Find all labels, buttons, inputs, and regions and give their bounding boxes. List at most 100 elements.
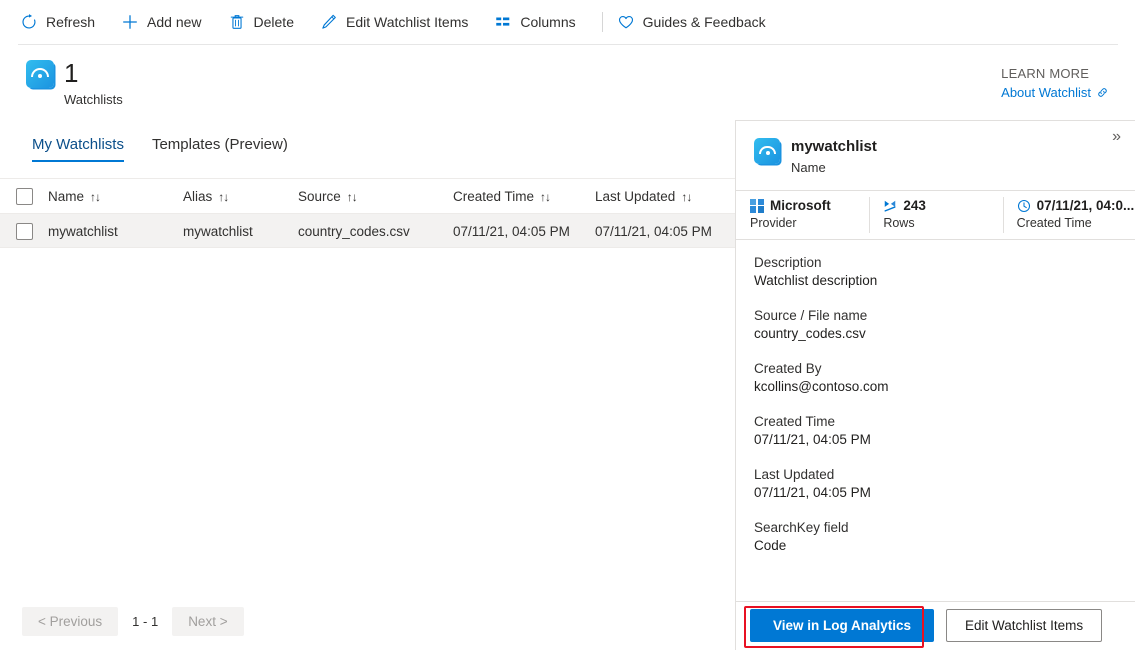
stat-provider: Microsoft Provider: [736, 191, 869, 239]
stat-rows-value-row: 243: [883, 198, 1002, 213]
toolbar-bottom-border: [18, 44, 1118, 45]
add-new-button[interactable]: Add new: [119, 7, 213, 37]
sort-icon-created-time: ↑↓: [540, 189, 551, 204]
stat-created-time-label: Created Time: [1016, 216, 1092, 230]
external-link-icon: [1098, 88, 1107, 97]
watchlists-count-label: Watchlists: [64, 92, 123, 107]
learn-more-section: LEARN MORE About Watchlist: [1001, 66, 1109, 100]
watchlist-details-panel: » mywatchlist Name Microsoft Provider 24…: [735, 120, 1135, 650]
panel-stats-border: [736, 239, 1135, 240]
sort-icon-name: ↑↓: [90, 189, 101, 204]
watchlists-page: Refresh Add new Delete Edit Watchlist It…: [0, 0, 1135, 650]
select-all-checkbox[interactable]: [15, 187, 33, 205]
delete-button[interactable]: Delete: [226, 7, 306, 37]
columns-icon: [496, 17, 510, 26]
sort-icon-alias: ↑↓: [218, 189, 229, 204]
refresh-label: Refresh: [46, 14, 96, 30]
select-all-cell: [0, 187, 48, 205]
field-description-value: Watchlist description: [754, 273, 878, 288]
trash-icon: [230, 15, 243, 29]
plus-icon: [123, 15, 137, 29]
cell-created-time: 07/11/21, 04:05 PM: [453, 223, 570, 239]
stat-rows-label: Rows: [883, 216, 915, 230]
guides-feedback-label: Guides & Feedback: [642, 14, 766, 30]
heart-icon: [618, 16, 633, 29]
pagination-range: 1 - 1: [132, 614, 159, 629]
column-header-source-label: Source: [298, 188, 341, 204]
field-description: Description Watchlist description: [754, 255, 1121, 288]
columns-button[interactable]: Columns: [492, 7, 587, 37]
sort-icon-last-updated: ↑↓: [681, 189, 692, 204]
table-header-border: [0, 213, 735, 214]
field-last-updated: Last Updated 07/11/21, 04:05 PM: [754, 467, 1121, 500]
stat-provider-value-row: Microsoft: [750, 198, 869, 213]
watchlist-icon: [754, 138, 780, 164]
clock-icon: [1017, 199, 1030, 212]
tab-templates-preview-label: Templates (Preview): [151, 136, 288, 153]
stat-provider-value: Microsoft: [770, 198, 831, 213]
panel-fields: Description Watchlist description Source…: [754, 255, 1121, 573]
field-last-updated-value: 07/11/21, 04:05 PM: [754, 485, 871, 500]
next-page-button[interactable]: Next >: [172, 607, 244, 636]
microsoft-logo-icon: [750, 198, 764, 213]
field-created-by-label: Created By: [754, 361, 822, 376]
panel-stats: Microsoft Provider 243 Rows 07/11/21, 04…: [736, 191, 1135, 239]
field-searchkey-label: SearchKey field: [754, 520, 849, 535]
about-watchlist-link[interactable]: About Watchlist: [1001, 85, 1109, 100]
stat-created-time: 07/11/21, 04:0... Created Time: [1002, 191, 1135, 239]
field-last-updated-label: Last Updated: [754, 467, 835, 482]
field-created-by: Created By kcollins@contoso.com: [754, 361, 1121, 394]
watchlists-summary: 1 Watchlists: [26, 60, 123, 107]
stat-rows-value: 243: [903, 198, 926, 213]
column-header-name-label: Name: [48, 188, 85, 204]
tab-my-watchlists-label: My Watchlists: [32, 136, 124, 153]
column-header-name[interactable]: Name ↑↓: [48, 189, 183, 204]
edit-watchlist-items-button[interactable]: Edit Watchlist Items: [318, 7, 480, 37]
column-header-created-time-label: Created Time: [453, 188, 535, 204]
tab-templates-preview[interactable]: Templates (Preview): [138, 136, 302, 162]
sort-icon-source: ↑↓: [346, 189, 358, 204]
panel-footer-border: [736, 601, 1135, 602]
panel-header: mywatchlist Name: [754, 138, 877, 175]
cell-source: country_codes.csv: [298, 223, 410, 239]
edit-watchlist-items-button[interactable]: Edit Watchlist Items: [946, 609, 1103, 642]
stat-created-time-value-row: 07/11/21, 04:0...: [1017, 198, 1135, 213]
field-source-file-name-value: country_codes.csv: [754, 326, 866, 341]
refresh-icon: [22, 14, 36, 29]
toolbar-divider: [601, 12, 603, 32]
watchlists-count: 1: [64, 58, 79, 88]
column-header-last-updated-label: Last Updated: [595, 188, 676, 204]
rows-icon: [884, 200, 896, 212]
watchlists-tabs: My Watchlists Templates (Preview): [18, 136, 302, 162]
tab-my-watchlists[interactable]: My Watchlists: [18, 136, 138, 162]
column-header-created-time[interactable]: Created Time ↑↓: [453, 189, 595, 204]
edit-watchlist-items-label: Edit Watchlist Items: [345, 14, 469, 30]
guides-feedback-button[interactable]: Guides & Feedback: [615, 7, 778, 37]
command-toolbar: Refresh Add new Delete Edit Watchlist It…: [0, 0, 1135, 44]
learn-more-title: LEARN MORE: [1001, 66, 1090, 81]
watchlist-icon: [26, 60, 54, 88]
columns-label: Columns: [520, 14, 576, 30]
field-searchkey: SearchKey field Code: [754, 520, 1121, 553]
about-watchlist-label: About Watchlist: [1001, 85, 1091, 100]
field-created-by-value: kcollins@contoso.com: [754, 379, 889, 394]
column-header-last-updated[interactable]: Last Updated ↑↓: [595, 189, 740, 204]
column-header-alias[interactable]: Alias ↑↓: [183, 189, 298, 204]
collapse-panel-button[interactable]: »: [1106, 126, 1127, 148]
cell-alias: mywatchlist: [183, 223, 253, 239]
row-checkbox[interactable]: [15, 222, 33, 240]
column-header-source[interactable]: Source ↑↓: [298, 189, 453, 204]
refresh-button[interactable]: Refresh: [18, 7, 107, 37]
stat-rows: 243 Rows: [869, 191, 1002, 239]
previous-page-button[interactable]: < Previous: [22, 607, 119, 636]
cell-name: mywatchlist: [48, 223, 118, 239]
field-searchkey-value: Code: [754, 538, 787, 553]
field-source-file-name-label: Source / File name: [754, 308, 868, 323]
panel-title: mywatchlist: [791, 138, 877, 155]
stat-created-time-value: 07/11/21, 04:0...: [1036, 198, 1135, 213]
table-row[interactable]: mywatchlist mywatchlist country_codes.cs…: [0, 214, 765, 248]
field-created-time: Created Time 07/11/21, 04:05 PM: [754, 414, 1121, 447]
view-in-log-analytics-button[interactable]: View in Log Analytics: [750, 609, 935, 642]
panel-subtitle: Name: [791, 160, 826, 175]
table-header-row: Name ↑↓ Alias ↑↓ Source ↑↓ Created Time ↑↓ L…: [0, 178, 735, 214]
